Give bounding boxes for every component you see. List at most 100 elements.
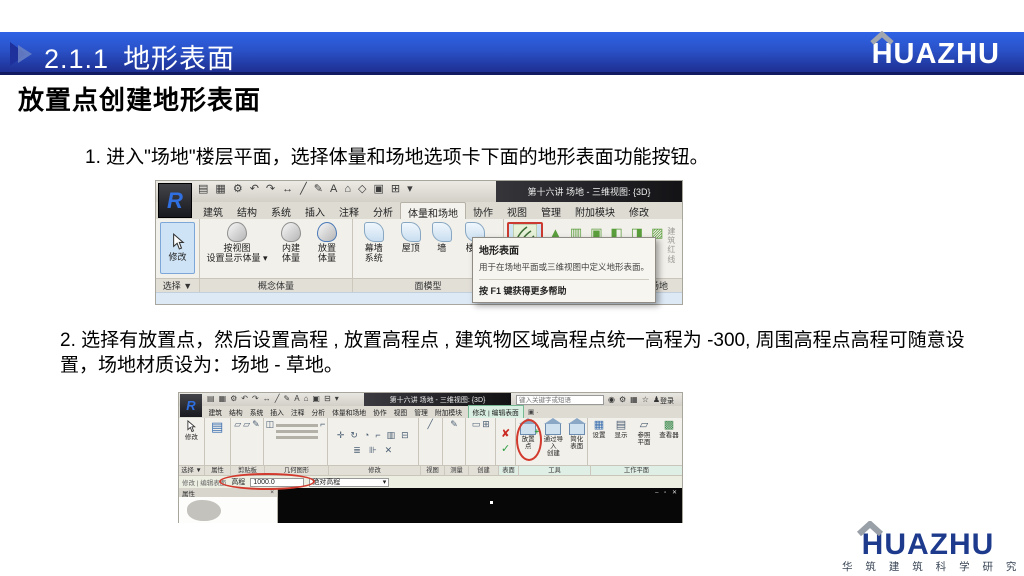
modify-tool-icon[interactable]: ⊟	[401, 431, 409, 440]
toolbar-icon[interactable]: ▣	[312, 395, 320, 403]
infocenter-icon[interactable]: ☆	[642, 395, 649, 404]
measure-icon[interactable]: ✎	[450, 420, 458, 429]
ribbon-tab[interactable]: 视图	[500, 202, 534, 219]
modify-button[interactable]: 修改	[160, 222, 195, 274]
quick-access-toolbar[interactable]: ▤▦⚙↶↷↔╱✎A⌂▣⊟▾	[207, 395, 339, 403]
ribbon-tab[interactable]: 附加模块	[431, 406, 465, 418]
elevation-type-select[interactable]: 绝对高程 ▾	[309, 478, 389, 487]
toolbar-icon[interactable]: ⊟	[324, 395, 331, 403]
ribbon-tab[interactable]: 体量和场地	[400, 202, 466, 219]
curtain-system-button[interactable]: 幕墙 系统	[354, 221, 394, 265]
modify-tool-icon[interactable]: ✛	[337, 431, 345, 440]
ribbon-tab[interactable]: 协作	[466, 202, 500, 219]
place-point-button[interactable]: + 放置 点	[517, 420, 539, 450]
toolbar-icon[interactable]: ✎	[284, 395, 291, 403]
toolbar-icon[interactable]: ↷	[266, 184, 275, 195]
ribbon-tab[interactable]: 分析	[308, 406, 329, 418]
properties-button[interactable]: ▤	[211, 420, 223, 433]
set-workplane-button[interactable]: ▦ 设置	[589, 420, 609, 439]
elevation-input[interactable]: 1000.0	[250, 478, 304, 487]
show-workplane-button[interactable]: ▤ 显示	[611, 420, 631, 439]
ribbon-tab[interactable]: 管理	[534, 202, 568, 219]
view-icon[interactable]: ╱	[428, 420, 433, 429]
ribbon-tab[interactable]: 插入	[267, 406, 288, 418]
toolbar-icon[interactable]: A	[294, 395, 299, 403]
revit-app-button[interactable]: R	[180, 394, 202, 417]
toolbar-icon[interactable]: ╱	[275, 395, 280, 403]
toolbar-icon[interactable]: ↶	[241, 395, 248, 403]
simplify-surface-button[interactable]: 简化 表面	[567, 420, 586, 450]
wall-button[interactable]: 墙	[428, 221, 456, 255]
login-button[interactable]: 登录	[660, 396, 674, 406]
toolbar-icon[interactable]: ▣	[373, 184, 383, 195]
create-icon[interactable]: ▭	[472, 420, 481, 429]
toolbar-icon[interactable]: ⚙	[233, 184, 243, 195]
place-mass-button[interactable]: 放置 体量	[309, 221, 345, 265]
ribbon-tab[interactable]: 修改	[622, 202, 656, 219]
modify-tool-icon[interactable]: ↻	[350, 431, 358, 440]
modify-tool-icon[interactable]: ⊪	[369, 446, 377, 455]
toolbar-icon[interactable]: ◇	[358, 184, 366, 195]
modify-tool-icon[interactable]: ⌐	[375, 431, 380, 440]
modify-tool-icon[interactable]: ▥	[387, 431, 396, 440]
close-icon[interactable]: ×	[270, 489, 274, 496]
toolbar-icon[interactable]: ↶	[250, 184, 259, 195]
ribbon-tab[interactable]: 建筑	[205, 406, 226, 418]
ribbon-tab[interactable]: 插入	[298, 202, 332, 219]
ribbon-tab[interactable]: 分析	[366, 202, 400, 219]
ribbon-tab[interactable]: 注释	[287, 406, 308, 418]
toolbar-icon[interactable]: ↷	[252, 395, 259, 403]
quick-access-toolbar[interactable]: ▤▦⚙↶↷↔╱✎A⌂◇▣⊞▾	[198, 184, 413, 195]
toolbar-icon[interactable]: ▦	[215, 184, 225, 195]
ribbon-tab[interactable]: 管理	[411, 406, 432, 418]
ribbon-tab[interactable]: 注释	[332, 202, 366, 219]
modify-tool-icon[interactable]: ◔	[364, 431, 369, 440]
ribbon-tab[interactable]: 建筑	[196, 202, 230, 219]
view-window-controls[interactable]: ‒ ▫ ✕	[655, 489, 679, 496]
drawing-viewport[interactable]: ‒ ▫ ✕	[278, 488, 682, 523]
cut-icon[interactable]: ◫	[266, 420, 275, 429]
inplace-mass-button[interactable]: 内建 体量	[273, 221, 309, 265]
infocenter-icons[interactable]: ◉⚙▦☆♟	[608, 395, 660, 404]
group-select[interactable]: 选择 ▼	[156, 279, 200, 292]
finish-surface-icon[interactable]: ✓	[501, 444, 510, 455]
infocenter-icon[interactable]: ◉	[608, 395, 615, 404]
viewer-button[interactable]: ▩ 查看器	[657, 420, 681, 439]
ribbon-tab[interactable]: 视图	[390, 406, 411, 418]
toolbar-icon[interactable]: ▾	[407, 184, 413, 195]
toolbar-icon[interactable]: ╱	[300, 184, 307, 195]
cancel-edit-icon[interactable]: ✘	[501, 429, 510, 440]
paste-icon[interactable]: ▱	[234, 420, 241, 429]
search-input[interactable]	[516, 395, 604, 405]
group-select[interactable]: 选择 ▼	[179, 466, 205, 475]
modify-tool-icon[interactable]: ✕	[385, 446, 393, 455]
tab-overflow-icon[interactable]: ▣ ·	[524, 407, 543, 417]
copy-icon[interactable]: ▱	[243, 420, 250, 429]
roof-button[interactable]: 屋顶	[394, 221, 428, 255]
ref-plane-button[interactable]: ▱ 参照 平面	[633, 420, 655, 446]
context-tab-edit-surface[interactable]: 修改 | 编辑表面	[468, 405, 524, 419]
create-from-import-button[interactable]: 通过导入 创建	[541, 420, 565, 457]
toolbar-icon[interactable]: ⌂	[344, 184, 351, 195]
ribbon-tabs[interactable]: 建筑结构系统插入注释分析体量和场地协作视图管理附加模块修改	[196, 202, 656, 219]
toolbar-icon[interactable]: A	[330, 184, 337, 195]
ribbon-tab[interactable]: 结构	[226, 406, 247, 418]
ribbon-tab[interactable]: 协作	[370, 406, 391, 418]
show-mass-button[interactable]: 按视图 设置显示体量 ▾	[201, 221, 273, 265]
ribbon-tab[interactable]: 系统	[264, 202, 298, 219]
toolbar-icon[interactable]: ▤	[207, 395, 215, 403]
join-icon[interactable]: ⌐	[320, 420, 325, 429]
ribbon-tab[interactable]: 附加模块	[568, 202, 622, 219]
modify-tool-icon[interactable]: ≣	[353, 446, 361, 455]
modify-button[interactable]: 修改	[185, 420, 198, 441]
ribbon-tabs[interactable]: 建筑 结构 系统 插入 注释 分析 体量和场地 协作 视图 管理 附加模块 修改…	[205, 406, 542, 418]
toolbar-icon[interactable]: ▦	[219, 395, 227, 403]
ribbon-tab[interactable]: 体量和场地	[329, 406, 370, 418]
toolbar-icon[interactable]: ⚙	[230, 395, 237, 403]
create-icon[interactable]: ⊞	[482, 420, 490, 429]
toolbar-icon[interactable]: ↔	[263, 395, 271, 403]
revit-app-button[interactable]: R	[158, 183, 192, 218]
toolbar-icon[interactable]: ⌂	[304, 395, 309, 403]
toolbar-icon[interactable]: ✎	[314, 184, 323, 195]
toolbar-icon[interactable]: ⊞	[391, 184, 400, 195]
